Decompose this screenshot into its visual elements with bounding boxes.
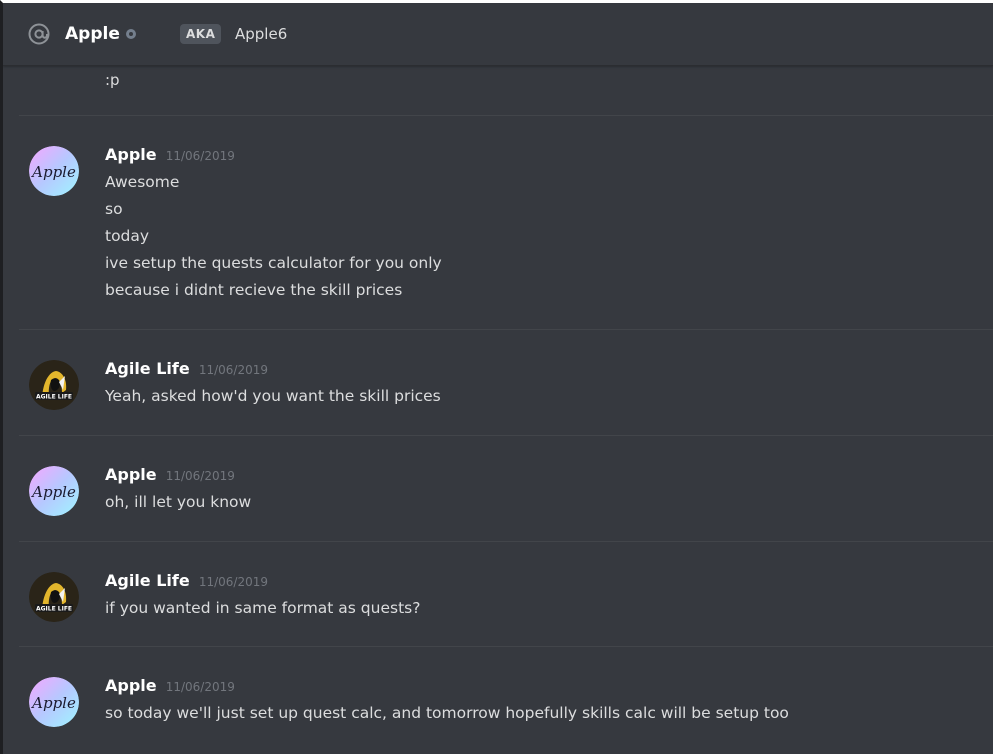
offline-status-icon	[126, 29, 136, 39]
message-divider	[19, 435, 993, 436]
user-avatar[interactable]: Apple	[29, 466, 79, 516]
message-header: Apple 11/06/2019	[105, 463, 235, 487]
message-header: Apple 11/06/2019	[105, 674, 235, 698]
continuation-message: :p	[105, 71, 120, 89]
message-divider	[19, 646, 993, 647]
dm-header: Apple AKA Apple6	[3, 3, 993, 66]
message-line: ive setup the quests calculator for you …	[105, 254, 442, 272]
message-header: Agile Life 11/06/2019	[105, 569, 268, 593]
message-header: Apple 11/06/2019	[105, 143, 235, 167]
message-timestamp: 11/06/2019	[165, 469, 235, 483]
message-line: today	[105, 227, 150, 245]
message-list: :p Apple Apple 11/06/2019 Awesome so tod…	[3, 65, 993, 754]
message-line: so today we'll just set up quest calc, a…	[105, 704, 789, 722]
agile-life-avatar-icon: AGILE LIFE	[29, 572, 79, 622]
dm-recipient-name: Apple	[65, 24, 120, 44]
author-name[interactable]: Apple	[105, 676, 157, 695]
message-line: so	[105, 200, 123, 218]
user-avatar[interactable]: Apple	[29, 677, 79, 727]
author-name[interactable]: Agile Life	[105, 571, 190, 590]
author-name[interactable]: Apple	[105, 465, 157, 484]
aka-badge: AKA	[180, 24, 222, 44]
message-content: oh, ill let you know	[105, 489, 251, 516]
message-divider	[19, 115, 993, 116]
message-line: because i didnt recieve the skill prices	[105, 281, 403, 299]
message-line: Awesome	[105, 173, 180, 191]
user-avatar[interactable]: AGILE LIFE	[29, 360, 79, 410]
message-line: Yeah, asked how'd you want the skill pri…	[105, 387, 441, 405]
message-line: if you wanted in same format as quests?	[105, 599, 421, 617]
user-avatar[interactable]: AGILE LIFE	[29, 572, 79, 622]
message-timestamp: 11/06/2019	[198, 575, 268, 589]
message-content: so today we'll just set up quest calc, a…	[105, 700, 789, 727]
message-content: Awesome so today ive setup the quests ca…	[105, 169, 442, 304]
svg-text:AGILE LIFE: AGILE LIFE	[36, 606, 72, 613]
author-name[interactable]: Agile Life	[105, 359, 190, 378]
message-timestamp: 11/06/2019	[165, 149, 235, 163]
message-line: oh, ill let you know	[105, 493, 252, 511]
svg-text:Apple: Apple	[30, 163, 76, 181]
apple-avatar-icon: Apple	[29, 146, 79, 196]
user-avatar[interactable]: Apple	[29, 146, 79, 196]
apple-avatar-icon: Apple	[29, 466, 79, 516]
at-sign-icon	[28, 23, 50, 45]
message-header: Agile Life 11/06/2019	[105, 357, 268, 381]
author-name[interactable]: Apple	[105, 145, 157, 164]
agile-life-avatar-icon: AGILE LIFE	[29, 360, 79, 410]
message-divider	[19, 329, 993, 330]
apple-avatar-icon: Apple	[29, 677, 79, 727]
svg-text:Apple: Apple	[30, 694, 76, 712]
aka-nickname[interactable]: Apple6	[235, 23, 287, 45]
dm-window: Apple AKA Apple6 :p Apple Apple 11/06/20…	[0, 0, 993, 754]
message-content: Yeah, asked how'd you want the skill pri…	[105, 383, 441, 410]
svg-text:AGILE LIFE: AGILE LIFE	[36, 394, 72, 401]
message-content: if you wanted in same format as quests?	[105, 595, 420, 622]
message-divider	[19, 541, 993, 542]
svg-text:Apple: Apple	[30, 483, 76, 501]
message-timestamp: 11/06/2019	[165, 680, 235, 694]
message-timestamp: 11/06/2019	[198, 363, 268, 377]
